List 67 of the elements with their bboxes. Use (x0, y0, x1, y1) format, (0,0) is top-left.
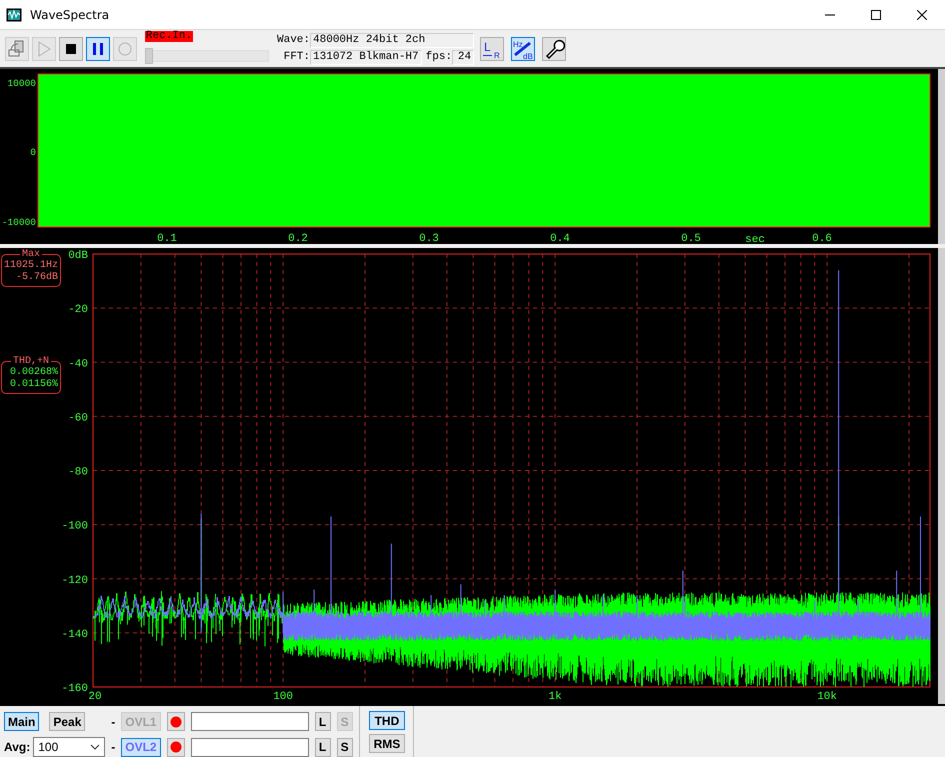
maximize-icon (871, 10, 881, 20)
readout-value: 0.01156% (8, 379, 59, 391)
app-icon (6, 8, 22, 22)
axis-label: 1k (548, 691, 562, 703)
axis-label: -140 (62, 628, 88, 641)
axis-label: 100 (273, 691, 294, 703)
load-button[interactable]: L (314, 738, 331, 756)
window-title: WaveSpectra (30, 8, 110, 22)
record-icon (170, 716, 182, 728)
axis-label: -20 (68, 304, 88, 316)
main-button[interactable]: Main (4, 712, 40, 731)
wave-format-field: 48000Hz 24bit 2ch (310, 32, 474, 48)
average-label: Avg: (4, 740, 30, 754)
baseline-icon (482, 54, 493, 56)
fft-format-field: 131072 Blkman-H7 (310, 50, 422, 64)
readout-value: -5.76dB (14, 272, 59, 284)
axis-label: 0.2 (288, 233, 308, 244)
hz-text: Hz (513, 40, 523, 48)
slider-thumb[interactable] (145, 48, 153, 64)
axis-label: -100 (62, 520, 88, 533)
fps-label: fps: (426, 51, 452, 63)
dash-label: - (111, 714, 116, 728)
close-icon (917, 10, 927, 20)
dash-label: - (111, 740, 116, 754)
axis-label: -120 (62, 574, 88, 587)
db-text: dB (523, 52, 533, 60)
wave-label: Wave: (277, 34, 310, 46)
peak-button[interactable]: Peak (49, 712, 86, 731)
record-button[interactable] (166, 738, 185, 756)
fft-label: FFT: (282, 51, 310, 63)
axis-unit: sec (745, 234, 765, 244)
save-button[interactable]: S (336, 738, 353, 756)
readout-value: 0.00268% (8, 367, 59, 379)
stop-button[interactable] (59, 36, 83, 60)
pause-button[interactable] (86, 36, 110, 60)
file-name-field[interactable] (190, 712, 309, 731)
record-button[interactable] (166, 712, 185, 731)
axis-label: 10000 (7, 78, 36, 89)
box-title: THD,+N (10, 356, 51, 367)
file-name-field[interactable] (190, 738, 309, 756)
readout-value: 11025.1Hz (2, 260, 59, 272)
axis-label: 0.5 (681, 233, 701, 244)
axis-label: -40 (68, 358, 88, 370)
axis-label: -160 (62, 683, 88, 695)
chevron-down-icon (90, 744, 100, 750)
channels-button[interactable]: L R (480, 36, 504, 60)
axis-label: 0.3 (419, 233, 439, 244)
mode-button[interactable]: RMS (368, 734, 406, 753)
axis-label: 0.4 (550, 233, 570, 244)
average-select[interactable]: 100 (33, 737, 106, 757)
axis-label: -60 (68, 412, 88, 424)
channel-r-text: R (494, 50, 500, 60)
channel-l-text: L (484, 40, 491, 54)
axis-label: -80 (68, 466, 88, 478)
axis-label: -10000 (2, 217, 36, 228)
axis-label: 0.6 (812, 233, 832, 244)
axis-label: 0 (30, 147, 36, 158)
axis-label: 10k (817, 691, 838, 703)
record-input-label: Rec.In. (145, 30, 193, 42)
axis-label: 0dB (68, 250, 88, 262)
axis-label: 20 (88, 691, 102, 703)
mode-button[interactable]: THD (368, 711, 406, 730)
axis-label: 0.1 (157, 233, 177, 244)
position-slider[interactable] (145, 50, 269, 62)
fps-field: 24 (452, 50, 474, 64)
record-icon (170, 741, 182, 753)
scale-button[interactable]: Hz dB (511, 36, 536, 60)
